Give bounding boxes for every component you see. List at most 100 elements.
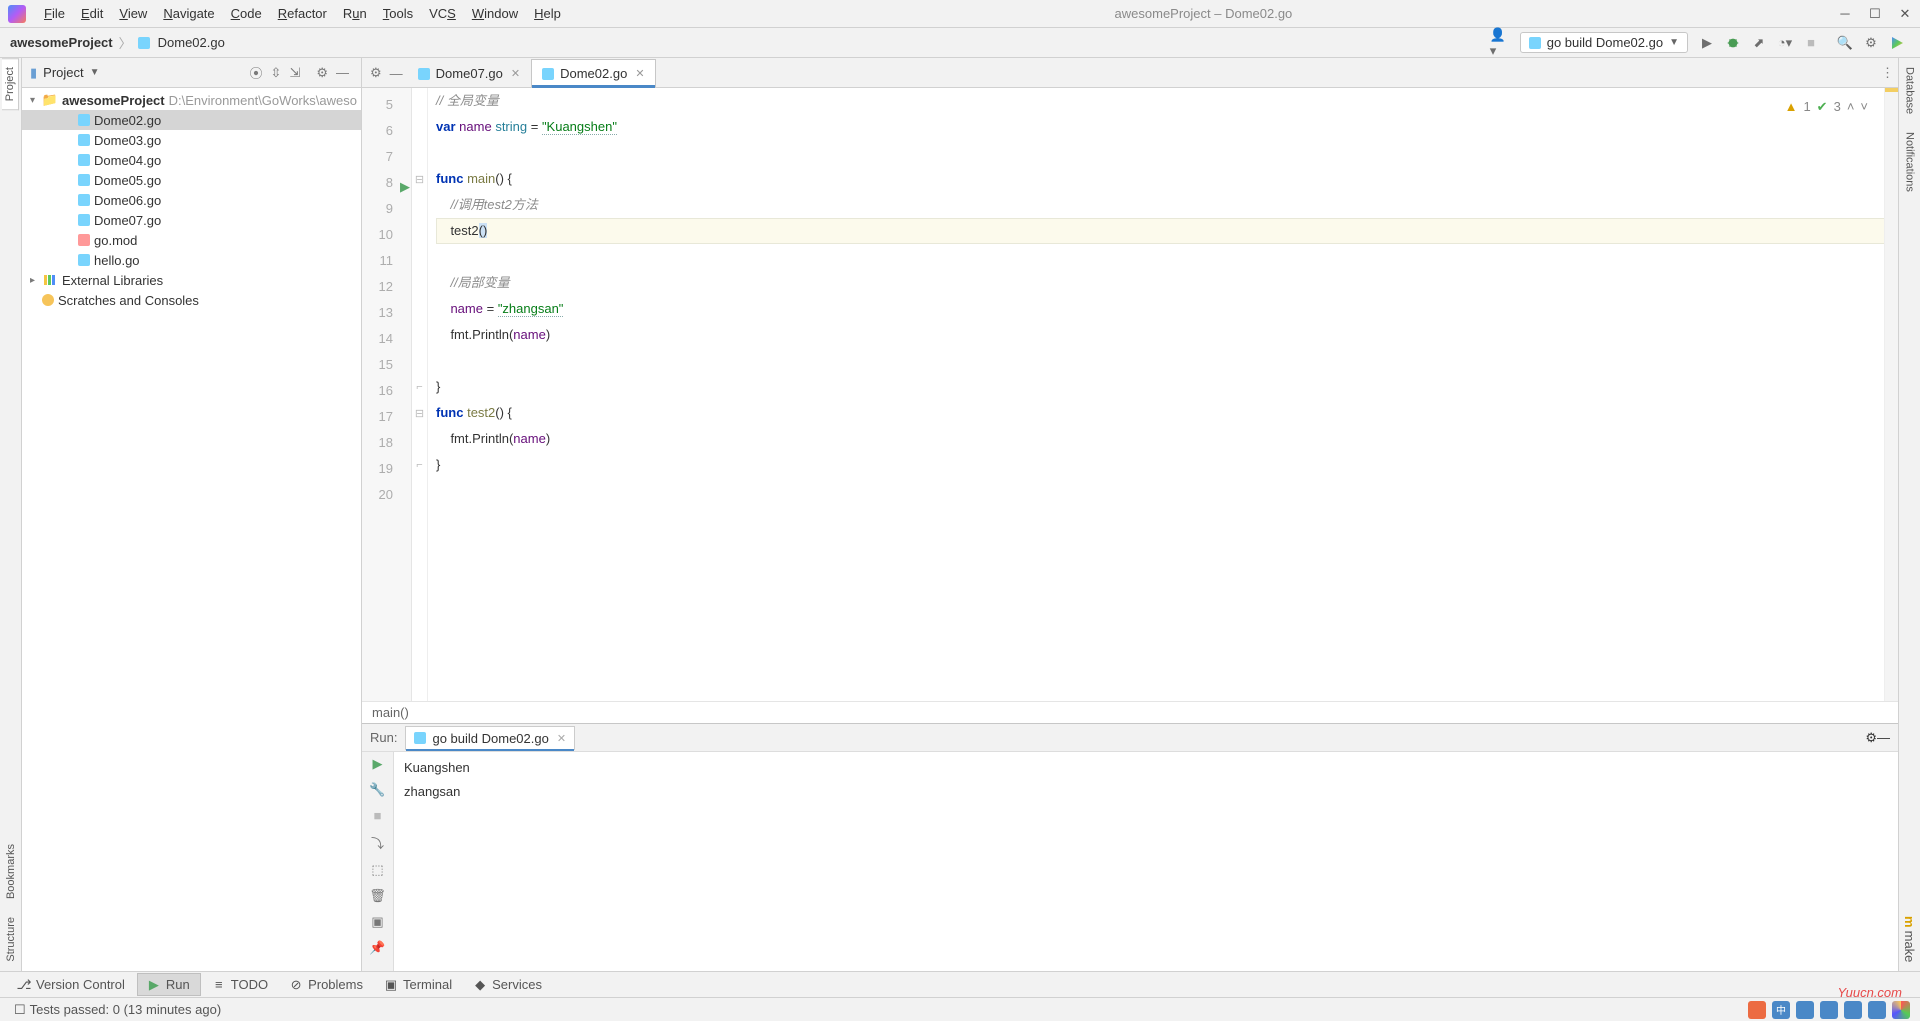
close-icon[interactable]: ✕: [635, 67, 644, 80]
wrench-icon[interactable]: 🔧: [369, 782, 385, 798]
code-line[interactable]: [436, 478, 1898, 504]
gear-icon[interactable]: ⚙: [370, 65, 382, 81]
code-line[interactable]: //调用test2方法: [436, 192, 1898, 218]
code-line[interactable]: test2(): [436, 218, 1898, 244]
close-icon[interactable]: ✕: [1898, 7, 1912, 21]
menu-tools[interactable]: Tools: [375, 6, 421, 21]
tray-icon[interactable]: 中: [1772, 1001, 1790, 1019]
tray-icon[interactable]: [1844, 1001, 1862, 1019]
tab-version-control[interactable]: ⎇Version Control: [8, 974, 135, 995]
menu-window[interactable]: Window: [464, 6, 526, 21]
colored-play-icon[interactable]: [1886, 32, 1908, 54]
delete-icon[interactable]: 🗑: [369, 888, 386, 904]
rerun-icon[interactable]: ▶: [373, 756, 383, 772]
code-line[interactable]: //局部变量: [436, 270, 1898, 296]
left-tab-bookmarks[interactable]: Bookmarks: [2, 835, 20, 908]
editor-tab[interactable]: Dome02.go✕: [531, 59, 655, 87]
run-output[interactable]: Kuangshenzhangsan: [394, 752, 1898, 971]
menu-edit[interactable]: Edit: [73, 6, 111, 21]
breadcrumb-file[interactable]: Dome02.go: [158, 35, 225, 50]
code-line[interactable]: }: [436, 452, 1898, 478]
project-tree[interactable]: ▾📁awesomeProjectD:\Environment\GoWorks\a…: [22, 88, 361, 971]
dump-threads-icon[interactable]: ⬚: [371, 862, 383, 878]
tab-services[interactable]: ◆Services: [464, 974, 552, 995]
code-line[interactable]: // 全局变量: [436, 88, 1898, 114]
left-tab-structure[interactable]: Structure: [2, 908, 20, 971]
menu-file[interactable]: File: [36, 6, 73, 21]
code-line[interactable]: [436, 244, 1898, 270]
menu-navigate[interactable]: Navigate: [155, 6, 222, 21]
stop-button[interactable]: ■: [1800, 32, 1822, 54]
line-number-gutter[interactable]: 5678▶91011121314151617181920: [362, 88, 412, 701]
tree-file[interactable]: Dome04.go: [22, 150, 361, 170]
menu-code[interactable]: Code: [223, 6, 270, 21]
tree-file[interactable]: hello.go: [22, 250, 361, 270]
breadcrumb-project[interactable]: awesomeProject: [10, 35, 113, 50]
search-icon[interactable]: 🔍: [1834, 32, 1856, 54]
chevron-up-icon[interactable]: ˄: [1847, 94, 1855, 120]
hide-icon[interactable]: —: [336, 65, 349, 80]
menu-help[interactable]: Help: [526, 6, 569, 21]
code-line[interactable]: var name string = "Kuangshen": [436, 114, 1898, 140]
editor-tab[interactable]: Dome07.go✕: [407, 59, 531, 87]
tray-icon[interactable]: [1892, 1001, 1910, 1019]
menu-view[interactable]: View: [111, 6, 155, 21]
fold-gutter[interactable]: ⊟⌐⊟⌐: [412, 88, 428, 701]
code-line[interactable]: [436, 348, 1898, 374]
code-line[interactable]: fmt.Println(name): [436, 322, 1898, 348]
run-config-selector[interactable]: go build Dome02.go ▼: [1520, 32, 1688, 53]
editor-breadcrumb[interactable]: main(): [362, 701, 1898, 723]
code-line[interactable]: name = "zhangsan": [436, 296, 1898, 322]
debug-button[interactable]: [1722, 32, 1744, 54]
run-tab[interactable]: go build Dome02.go ✕: [405, 726, 575, 750]
project-view-label[interactable]: Project: [43, 65, 83, 80]
hide-icon[interactable]: —: [390, 66, 403, 81]
pin-icon[interactable]: 📌: [369, 940, 385, 956]
settings-icon[interactable]: ⚙: [1860, 32, 1882, 54]
right-tab-make[interactable]: m make: [1899, 907, 1920, 971]
status-icon[interactable]: ☐: [14, 1002, 26, 1018]
code-line[interactable]: func main() {: [436, 166, 1898, 192]
tree-scratches[interactable]: Scratches and Consoles: [22, 290, 361, 310]
exit-icon[interactable]: ⤵: [371, 833, 384, 852]
minimize-icon[interactable]: ─: [1838, 7, 1852, 21]
gear-icon[interactable]: ⚙: [1865, 730, 1877, 746]
close-icon[interactable]: ✕: [511, 67, 520, 80]
tab-problems[interactable]: ⊘Problems: [280, 974, 373, 995]
run-button[interactable]: ▶: [1696, 32, 1718, 54]
gear-icon[interactable]: ⚙: [316, 65, 328, 81]
tree-file[interactable]: Dome06.go: [22, 190, 361, 210]
tab-todo[interactable]: ≡TODO: [203, 974, 278, 995]
code-line[interactable]: }: [436, 374, 1898, 400]
hide-icon[interactable]: —: [1877, 730, 1890, 745]
tray-icon[interactable]: [1868, 1001, 1886, 1019]
tree-root[interactable]: ▾📁awesomeProjectD:\Environment\GoWorks\a…: [22, 90, 361, 110]
chevron-down-icon[interactable]: ˅: [1860, 94, 1868, 120]
tab-terminal[interactable]: ▣Terminal: [375, 974, 462, 995]
chevron-down-icon[interactable]: ▼: [90, 67, 100, 78]
right-tab-notifications[interactable]: Notifications: [1901, 123, 1919, 201]
code-area[interactable]: ▲1 ✔3 ˄ ˅ // 全局变量var name string = "Kuan…: [428, 88, 1898, 701]
user-icon[interactable]: 👤▾: [1490, 32, 1512, 54]
right-tab-database[interactable]: Database: [1901, 58, 1919, 123]
tree-file[interactable]: Dome07.go: [22, 210, 361, 230]
tree-file[interactable]: Dome05.go: [22, 170, 361, 190]
profile-button[interactable]: ◔▾: [1774, 32, 1796, 54]
tray-icon[interactable]: [1820, 1001, 1838, 1019]
expand-all-icon[interactable]: ⇳: [271, 65, 282, 81]
left-tab-project[interactable]: Project: [2, 58, 19, 110]
stop-icon[interactable]: ■: [374, 808, 382, 823]
menu-vcs[interactable]: VCS: [421, 6, 464, 21]
coverage-button[interactable]: ⬈: [1748, 32, 1770, 54]
tab-run[interactable]: ▶Run: [137, 973, 201, 996]
code-line[interactable]: fmt.Println(name): [436, 426, 1898, 452]
more-icon[interactable]: ⋮: [1881, 65, 1894, 81]
tray-icon[interactable]: [1796, 1001, 1814, 1019]
tree-file[interactable]: Dome02.go: [22, 110, 361, 130]
tree-file[interactable]: go.mod: [22, 230, 361, 250]
code-line[interactable]: func test2() {: [436, 400, 1898, 426]
menu-refactor[interactable]: Refactor: [270, 6, 335, 21]
layout-icon[interactable]: ▣: [371, 914, 383, 930]
tree-external-libraries[interactable]: ▸External Libraries: [22, 270, 361, 290]
code-line[interactable]: [436, 140, 1898, 166]
